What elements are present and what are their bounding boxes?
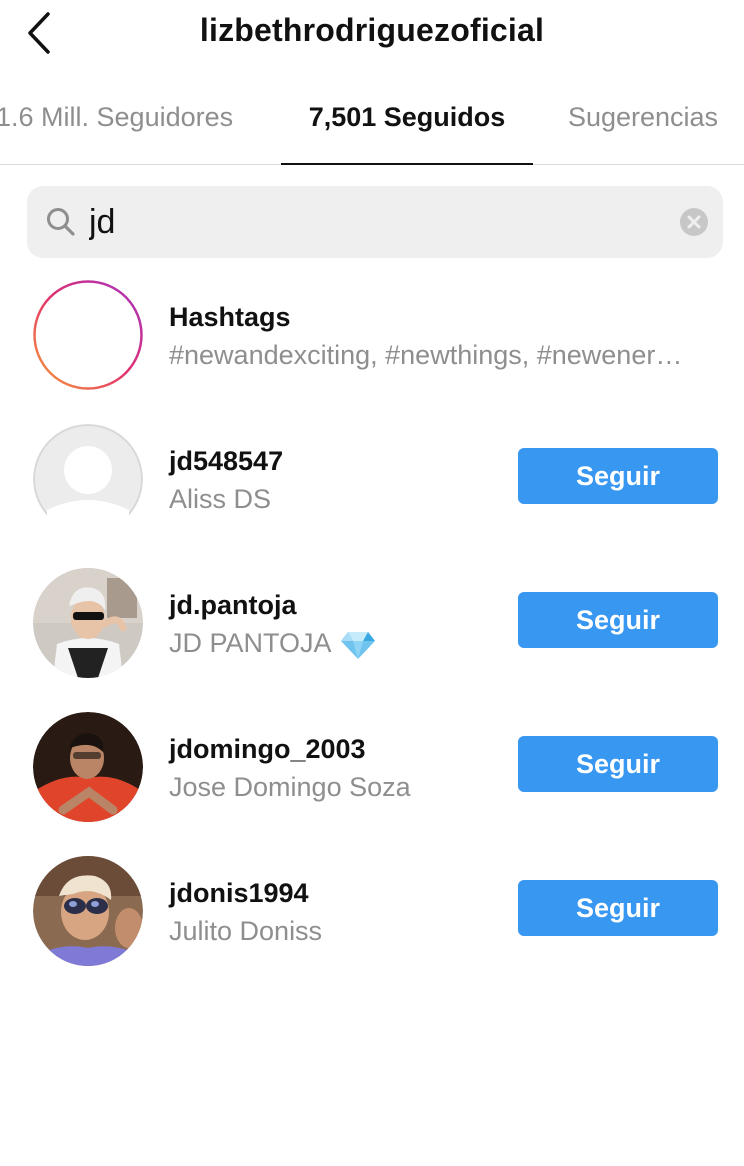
hashtags-subtitle: #newandexciting, #newthings, #newener… xyxy=(169,340,683,370)
search-input[interactable] xyxy=(89,196,669,248)
list-item: jd548547 Aliss DS Seguir xyxy=(0,424,744,536)
full-name: JD PANTOJA xyxy=(169,628,332,658)
hashtags-row[interactable]: Hashtags #newandexciting, #newthings, #n… xyxy=(0,280,744,392)
avatar[interactable] xyxy=(33,712,143,822)
follow-button[interactable]: Seguir xyxy=(518,880,718,936)
gem-icon xyxy=(340,631,375,659)
search-icon xyxy=(47,208,75,236)
username[interactable]: jdonis1994 xyxy=(169,878,309,909)
follow-button[interactable]: Seguir xyxy=(518,448,718,504)
default-avatar-icon[interactable] xyxy=(33,424,143,534)
full-name-row: JD PANTOJA xyxy=(169,628,376,660)
tab-followers[interactable]: 1.6 Mill. Seguidores xyxy=(0,102,272,164)
clear-icon[interactable] xyxy=(680,208,708,236)
full-name: Aliss DS xyxy=(169,484,272,514)
username[interactable]: jdomingo_2003 xyxy=(169,734,366,765)
hashtags-title: Hashtags xyxy=(169,302,291,332)
top-bar: lizbethrodriguezoficial xyxy=(0,0,744,66)
username[interactable]: jd.pantoja xyxy=(169,590,297,621)
page-title: lizbethrodriguezoficial xyxy=(199,12,545,48)
tab-bar: 1.6 Mill. Seguidores 7,501 Seguidos Suge… xyxy=(0,90,744,165)
search-bar xyxy=(27,186,723,258)
tab-following[interactable]: 7,501 Seguidos xyxy=(281,102,533,165)
full-name: Jose Domingo Soza xyxy=(169,772,411,802)
full-name: Julito Doniss xyxy=(169,916,323,946)
follow-button[interactable]: Seguir xyxy=(518,736,718,792)
hashtag-icon xyxy=(33,280,143,390)
list-item: jdomingo_2003 Jose Domingo Soza Seguir xyxy=(0,712,744,824)
list-item: jd.pantoja JD PANTOJA Seguir xyxy=(0,568,744,680)
tab-suggestions[interactable]: Sugerencias xyxy=(548,102,738,164)
list-item: jdonis1994 Julito Doniss Seguir xyxy=(0,856,744,968)
follow-button[interactable]: Seguir xyxy=(518,592,718,648)
avatar[interactable] xyxy=(33,568,143,678)
username[interactable]: jd548547 xyxy=(169,446,283,477)
avatar[interactable] xyxy=(33,856,143,966)
